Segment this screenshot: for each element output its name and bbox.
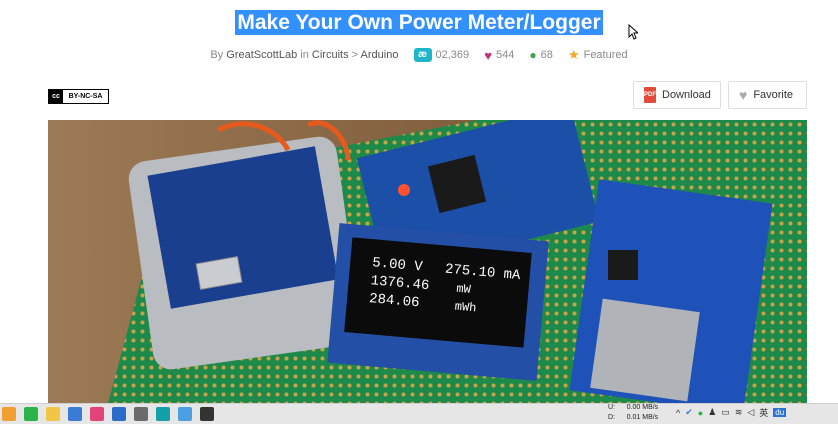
- heart-icon: ♥: [739, 87, 748, 103]
- featured-label: Featured: [583, 49, 628, 61]
- license-badge[interactable]: cc BY-NC-SA: [48, 89, 109, 104]
- start-icon[interactable]: [2, 407, 16, 421]
- upload-label: U:: [608, 404, 615, 411]
- page-title-wrap: Make Your Own Power Meter/Logger: [0, 10, 838, 36]
- favorites-count: 544: [495, 49, 515, 61]
- pointer-app-icon[interactable]: [90, 407, 104, 421]
- system-tray: ^ ✔ ● ♟ ▭ ≋ ◁ 英 du: [676, 406, 787, 419]
- obs-icon[interactable]: [200, 407, 214, 421]
- license-text: BY-NC-SA: [68, 93, 103, 100]
- comments-stat: ● 68: [529, 48, 553, 62]
- breadcrumb-separator: >: [351, 48, 359, 61]
- upload-rate: 0.00 MB/s: [626, 404, 659, 411]
- views-stat: æ 02,369: [413, 48, 470, 62]
- download-button[interactable]: PDF Download: [633, 81, 721, 109]
- category-link[interactable]: Circuits: [312, 49, 349, 61]
- penguin-icon[interactable]: ♟: [708, 407, 716, 418]
- screen-app-icon[interactable]: [134, 407, 148, 421]
- oled-line-3b: mWh: [454, 300, 477, 316]
- star-icon: ★: [567, 47, 580, 62]
- comments-count: 68: [540, 49, 553, 61]
- pdf-icon: PDF: [644, 87, 656, 103]
- download-label: D:: [608, 414, 615, 421]
- project-meta: By GreatScottLab in Circuits > Arduino æ…: [0, 47, 838, 63]
- project-cover-image[interactable]: 5.00 V 275.10 mA 1376.46 mW 284.06 mWh: [48, 120, 807, 403]
- favorite-label: Favorite: [753, 89, 794, 101]
- oled-line-2b: mW: [456, 282, 472, 297]
- baidu-icon[interactable]: du: [773, 408, 787, 417]
- mouse-cursor-icon: [628, 24, 638, 40]
- heart-icon: ♥: [484, 47, 492, 63]
- folder-icon[interactable]: [46, 407, 60, 421]
- wechat-icon[interactable]: [24, 407, 38, 421]
- download-label: Download: [662, 89, 711, 101]
- download-rate: 0.01 MB/s: [626, 414, 659, 421]
- wechat-tray-icon[interactable]: ●: [698, 408, 703, 418]
- arduino-icon[interactable]: [156, 407, 170, 421]
- chrome-icon[interactable]: [112, 407, 126, 421]
- comment-icon: ●: [529, 48, 537, 62]
- page-title: Make Your Own Power Meter/Logger: [235, 10, 603, 35]
- favorite-button[interactable]: ♥ Favorite: [728, 81, 807, 109]
- circuit-photo: 5.00 V 275.10 mA 1376.46 mW 284.06 mWh: [48, 120, 807, 403]
- app-v-tray-icon[interactable]: ✔: [685, 407, 693, 418]
- wifi-icon[interactable]: ≋: [735, 407, 743, 418]
- cloud-app-icon[interactable]: [178, 407, 192, 421]
- network-speed: U: 0.00 MB/s D: 0.01 MB/s: [608, 403, 658, 423]
- monitor-icon[interactable]: ▭: [721, 407, 730, 418]
- subcategory-link[interactable]: Arduino: [361, 49, 399, 61]
- views-icon: æ: [413, 48, 432, 62]
- favorites-stat: ♥ 544: [484, 48, 514, 63]
- in-label: in: [300, 48, 309, 61]
- creative-commons-icon: cc: [49, 90, 63, 103]
- views-count: 02,369: [435, 49, 470, 61]
- by-label: By: [210, 48, 224, 61]
- featured-stat: ★ Featured: [568, 47, 628, 63]
- ime-indicator[interactable]: 英: [759, 406, 768, 419]
- app-v-icon[interactable]: [68, 407, 82, 421]
- volume-icon[interactable]: ◁: [747, 407, 754, 418]
- author-link[interactable]: GreatScottLab: [226, 49, 297, 61]
- chevron-up-icon[interactable]: ^: [676, 408, 680, 418]
